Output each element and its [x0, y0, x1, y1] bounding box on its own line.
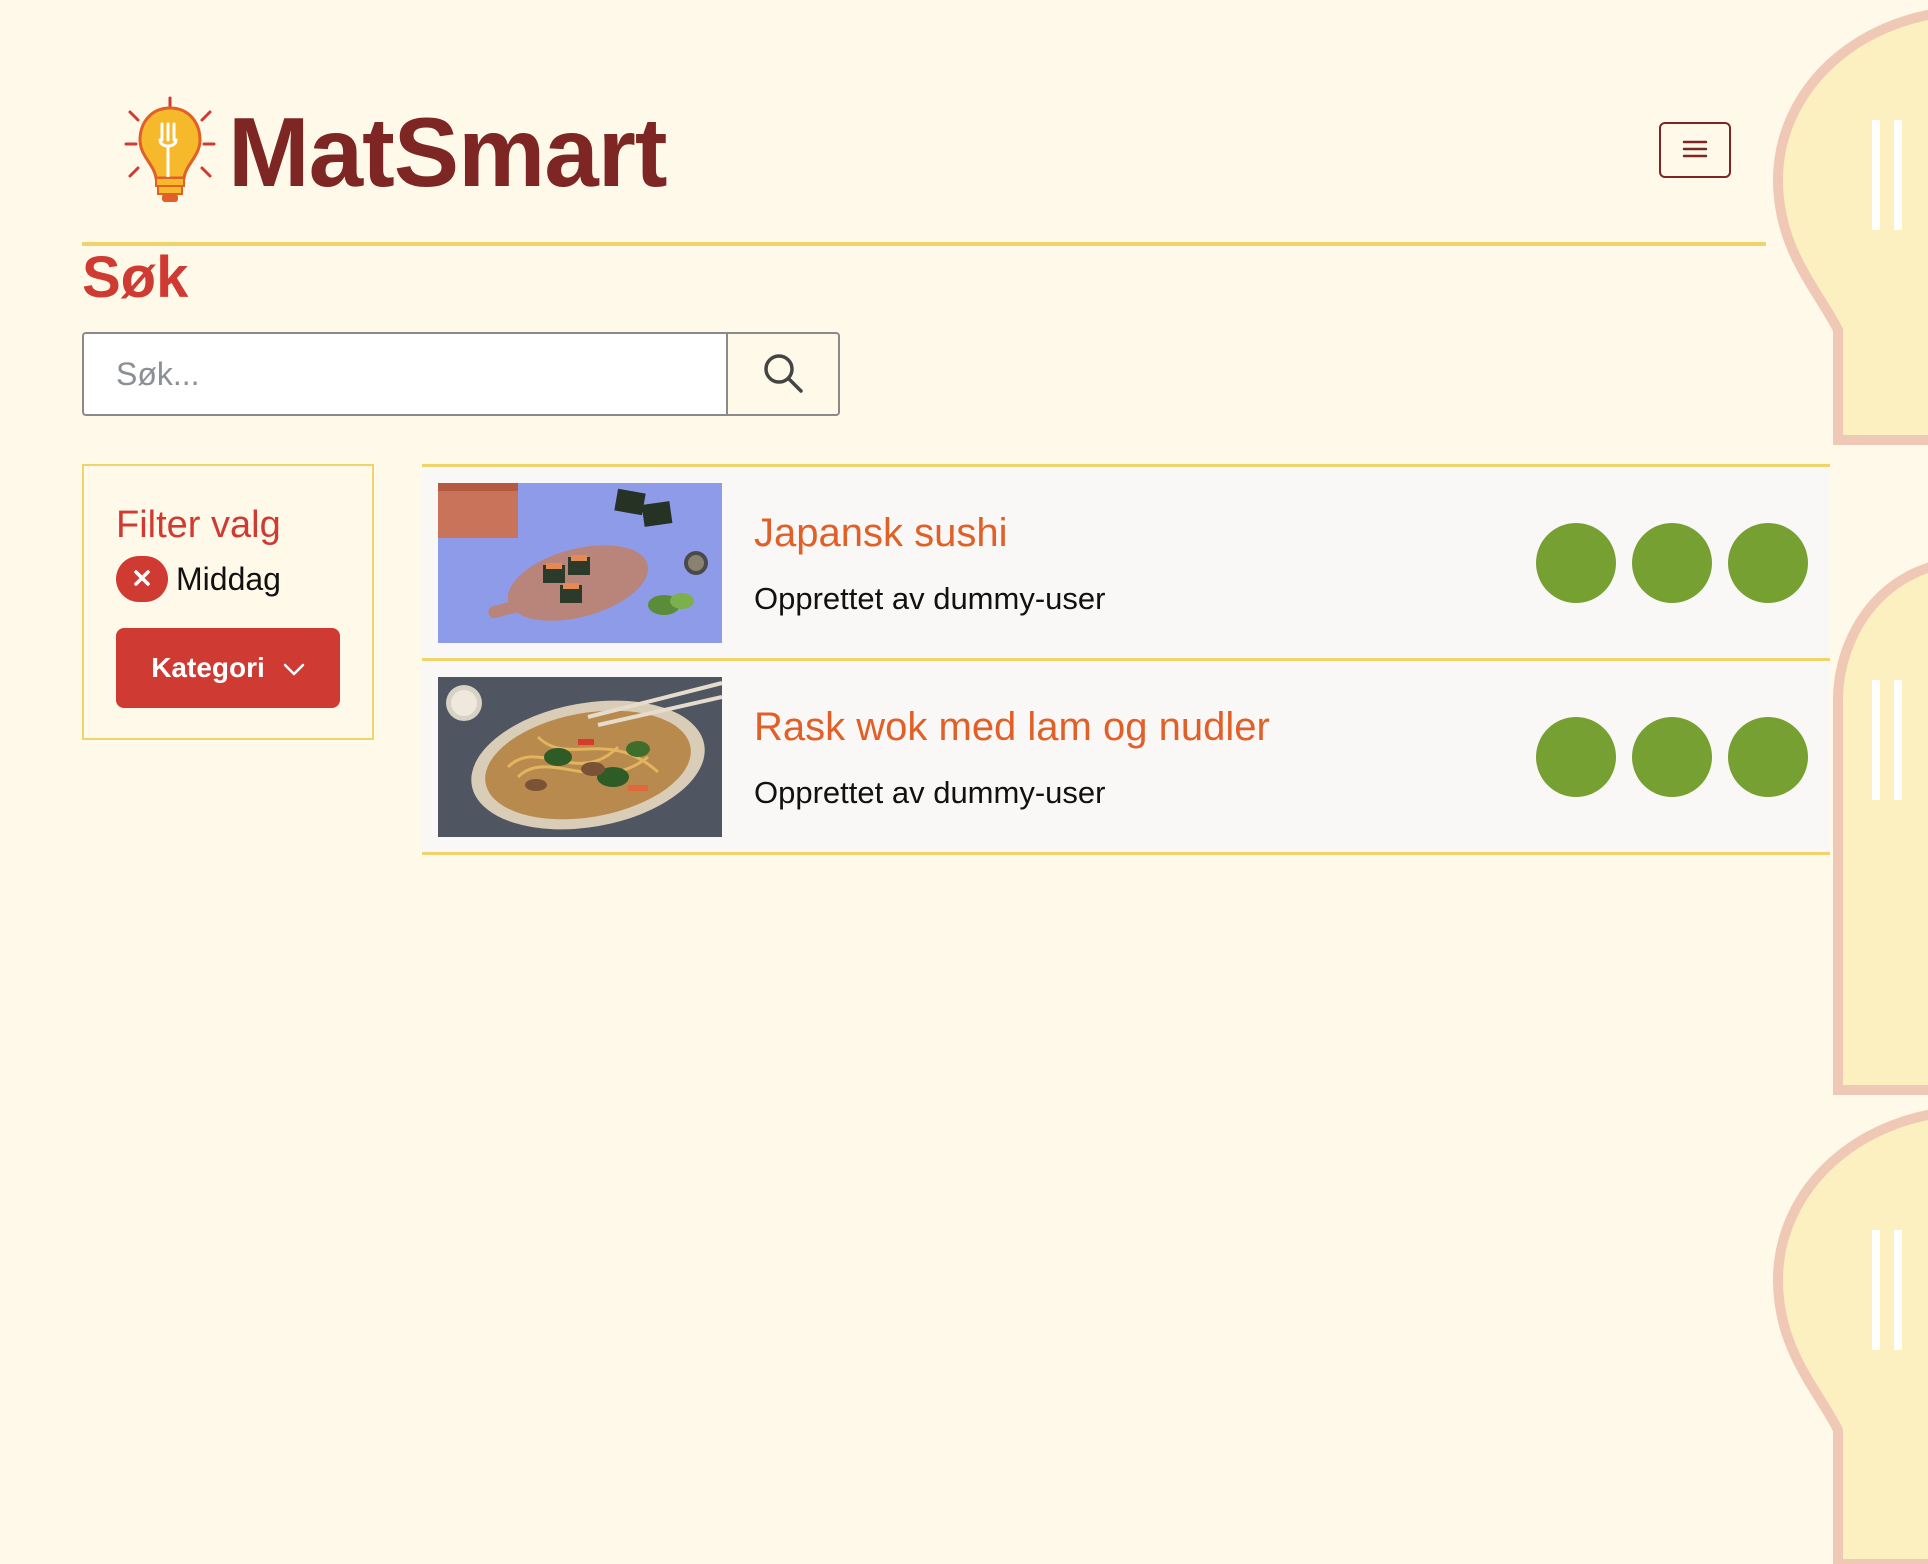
recipe-card[interactable]: Japansk sushi Opprettet av dummy-user: [422, 464, 1830, 658]
site-header: MatSmart: [82, 60, 1766, 246]
recipe-image: [438, 483, 722, 643]
filter-chip-label: Middag: [176, 560, 281, 597]
recipe-author: Opprettet av dummy-user: [754, 775, 1106, 810]
rating-dot: [1728, 717, 1808, 797]
results-list: Japansk sushi Opprettet av dummy-user Ra…: [422, 464, 1830, 855]
category-dropdown[interactable]: Kategori: [116, 628, 340, 708]
filter-title: Filter valg: [116, 504, 281, 546]
brand-name: MatSmart: [228, 97, 668, 207]
search-input[interactable]: [82, 332, 726, 416]
rating-dot: [1632, 717, 1712, 797]
rating-dot: [1728, 523, 1808, 603]
search-icon: [762, 352, 804, 397]
rating-indicator: [1536, 717, 1808, 797]
rating-dot: [1632, 523, 1712, 603]
search-button[interactable]: [726, 332, 840, 416]
rating-dot: [1536, 523, 1616, 603]
logo[interactable]: MatSmart: [116, 94, 668, 210]
remove-filter-button[interactable]: [116, 556, 168, 602]
filter-panel: Filter valg Middag Kategori: [82, 464, 374, 740]
recipe-title[interactable]: Japansk sushi: [754, 511, 1007, 556]
recipe-author: Opprettet av dummy-user: [754, 581, 1106, 616]
menu-toggle-button[interactable]: [1659, 122, 1731, 178]
rating-indicator: [1536, 523, 1808, 603]
recipe-image: [438, 677, 722, 837]
rating-dot: [1536, 717, 1616, 797]
page-title: Søk: [82, 245, 189, 310]
lightbulb-fork-icon: [116, 94, 224, 210]
hamburger-icon: [1682, 139, 1708, 162]
filter-chip: Middag: [116, 556, 281, 602]
chevron-down-icon: [283, 652, 305, 684]
search-bar: [82, 332, 840, 416]
recipe-title[interactable]: Rask wok med lam og nudler: [754, 705, 1270, 750]
close-icon: [133, 569, 151, 590]
recipe-card[interactable]: Rask wok med lam og nudler Opprettet av …: [422, 658, 1830, 855]
category-dropdown-label: Kategori: [151, 652, 265, 683]
